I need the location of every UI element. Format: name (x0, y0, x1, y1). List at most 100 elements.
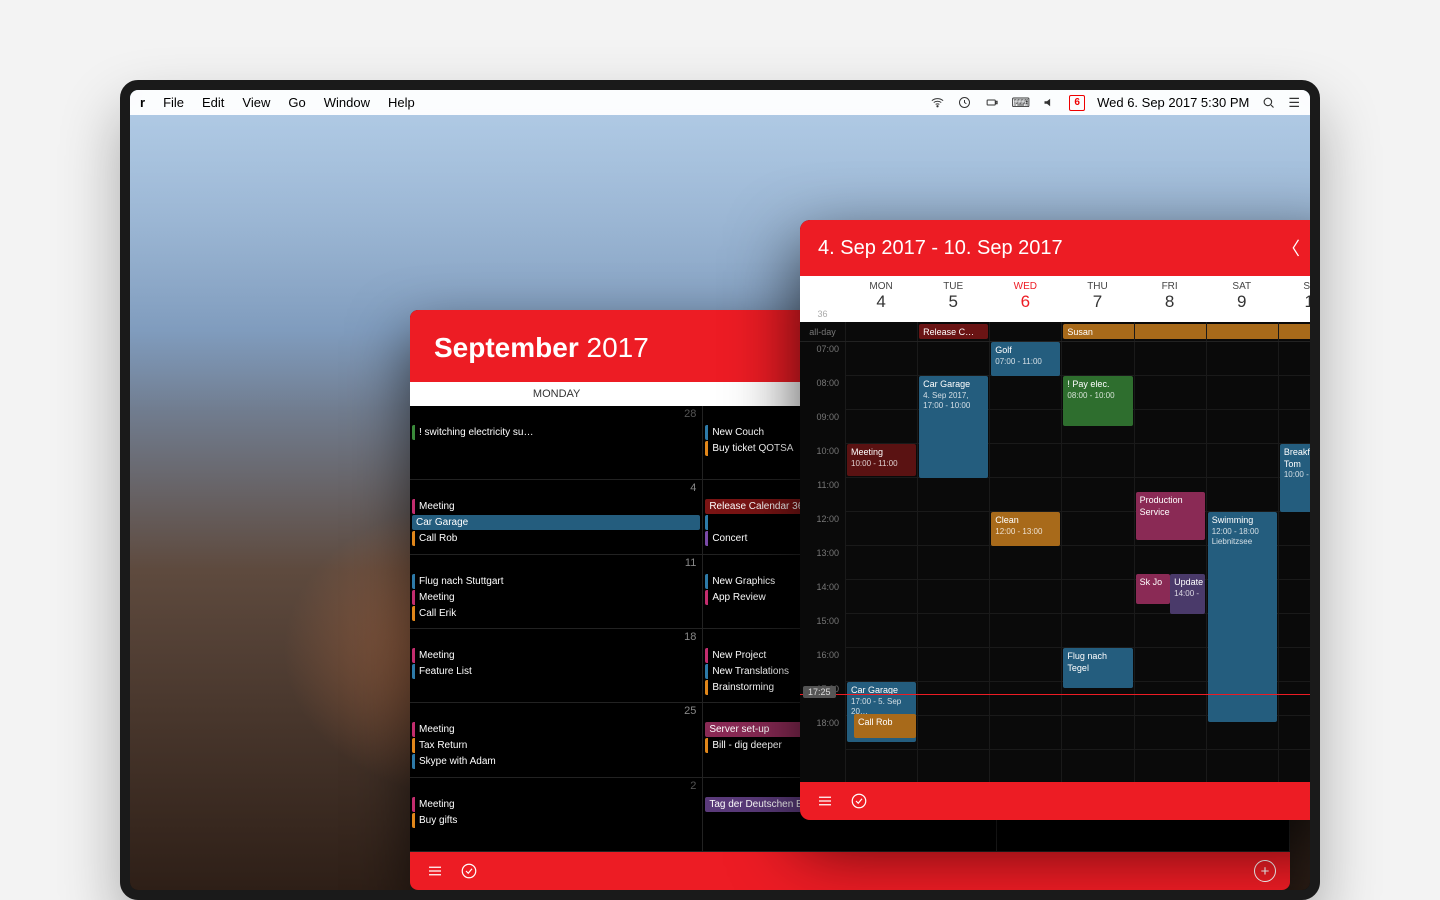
day-cell[interactable]: 28 ! switching electricity su… (410, 406, 703, 480)
timeline-column[interactable]: Production Service Sk JoUpdate14:00 - (1134, 342, 1206, 782)
week-day-sun[interactable]: SUN10 (1278, 276, 1320, 322)
app-name-truncated: r (140, 95, 145, 110)
event-pill[interactable]: Flug nach Stuttgart (412, 574, 700, 589)
day-cell[interactable]: 2 MeetingBuy gifts (410, 778, 703, 852)
timeline-column[interactable]: ! Pay elec.08:00 - 10:00 Flug nach Tegel (1061, 342, 1133, 782)
spotlight-icon[interactable] (1261, 95, 1276, 110)
add-event-button[interactable]: + (1314, 790, 1320, 812)
day-cell[interactable]: 25MeetingTax ReturnSkype with Adam (410, 703, 703, 777)
timeline-column[interactable]: Breakfast with Tom10:00 - 12:00 (1278, 342, 1320, 782)
day-number: 11 (685, 557, 696, 569)
event-pill[interactable]: Feature List (412, 664, 700, 679)
notification-center-icon[interactable]: ☰ (1288, 95, 1300, 111)
prev-week-button[interactable]: 〈 (1282, 235, 1300, 261)
allday-cell[interactable] (845, 322, 917, 341)
event-pill[interactable]: ! switching electricity su… (412, 425, 700, 440)
menubar-clock[interactable]: Wed 6. Sep 2017 5:30 PM (1097, 95, 1249, 110)
allday-event[interactable]: Release C… (919, 324, 988, 339)
event-pill[interactable]: Meeting (412, 648, 700, 663)
event-pill[interactable]: Buy gifts (412, 813, 700, 828)
timeline-event[interactable]: Sk Jo (1136, 574, 1171, 604)
week-day-mon[interactable]: MON4 (845, 276, 917, 322)
day-cell[interactable]: 18 MeetingFeature List (410, 629, 703, 703)
event-pill[interactable]: Tax Return (412, 738, 700, 753)
list-view-button[interactable] (424, 860, 446, 882)
timeline-column[interactable]: Meeting10:00 - 11:00Car Garage17:00 - 5.… (845, 342, 917, 782)
allday-cell[interactable]: Release C… (917, 322, 989, 341)
menu-window[interactable]: Window (324, 95, 370, 110)
volume-icon[interactable] (1042, 95, 1057, 110)
day-number: 18 (684, 631, 696, 643)
list-view-button[interactable] (814, 790, 836, 812)
week-day-wed[interactable]: WED6 (989, 276, 1061, 322)
event-pill[interactable]: Call Rob (412, 531, 700, 546)
event-pill[interactable]: Skype with Adam (412, 754, 700, 769)
next-week-button[interactable]: 〉 (1314, 235, 1320, 261)
month-toolbar: + (410, 852, 1290, 890)
event-pill[interactable]: Meeting (412, 499, 700, 514)
day-number: 28 (684, 408, 696, 420)
month-header-monday: MONDAY (410, 382, 703, 406)
day-cell[interactable]: 11 Flug nach StuttgartMeetingCall Erik (410, 555, 703, 629)
timeline-event[interactable]: Flug nach Tegel (1063, 648, 1132, 688)
timeline-event[interactable]: Update14:00 - (1170, 574, 1205, 614)
timeline-event[interactable]: Clean12:00 - 13:00 (991, 512, 1060, 546)
allday-cell[interactable] (989, 322, 1061, 341)
menu-file[interactable]: File (163, 95, 184, 110)
week-header: 4. Sep 2017 - 10. Sep 2017 〈 〉 (800, 220, 1320, 276)
battery-icon[interactable] (984, 95, 999, 110)
day-number: 4 (690, 482, 696, 494)
event-pill[interactable]: Car Garage (412, 515, 700, 530)
week-number: 36 (800, 276, 845, 322)
timeline-event[interactable]: Swimming12:00 - 18:00 Liebnitzsee (1208, 512, 1277, 722)
menubar-calendar-icon[interactable]: 6 (1069, 95, 1085, 111)
allday-cell[interactable] (1134, 322, 1206, 341)
wifi-icon[interactable] (930, 95, 945, 110)
week-title: 4. Sep 2017 - 10. Sep 2017 (818, 237, 1063, 260)
allday-label: all-day (800, 322, 845, 341)
timeline-event[interactable]: Breakfast with Tom10:00 - 12:00 (1280, 444, 1320, 512)
week-day-sat[interactable]: SAT9 (1206, 276, 1278, 322)
timeline-column[interactable]: Car Garage4. Sep 2017, 17:00 - 10:00 (917, 342, 989, 782)
tasks-button[interactable] (458, 860, 480, 882)
tasks-button[interactable] (848, 790, 870, 812)
desktop-wallpaper: r File Edit View Go Window Help ⌨︎ 6 Wed 6. S… (130, 90, 1310, 890)
timeline-event[interactable]: Golf07:00 - 11:00 (991, 342, 1060, 376)
menu-go[interactable]: Go (288, 95, 305, 110)
week-toolbar: + (800, 782, 1320, 820)
week-day-headers: 36MON4TUE5WED6THU7FRI8SAT9SUN10 (800, 276, 1320, 322)
timeline-column[interactable]: Swimming12:00 - 18:00 Liebnitzsee (1206, 342, 1278, 782)
macos-menubar: r File Edit View Go Window Help ⌨︎ 6 Wed 6. S… (130, 90, 1310, 115)
week-timeline[interactable]: 07:0008:0009:0010:0011:0012:0013:0014:00… (800, 342, 1320, 782)
day-number: 2 (690, 780, 696, 792)
allday-cell[interactable] (1278, 322, 1320, 341)
menu-view[interactable]: View (242, 95, 270, 110)
week-day-thu[interactable]: THU7 (1061, 276, 1133, 322)
timeline-event[interactable]: Call Rob (854, 714, 916, 738)
week-day-tue[interactable]: TUE5 (917, 276, 989, 322)
event-pill[interactable]: Meeting (412, 590, 700, 605)
menu-help[interactable]: Help (388, 95, 415, 110)
now-indicator: 17:25 (800, 694, 1320, 695)
event-pill[interactable]: Meeting (412, 797, 700, 812)
timeline-event[interactable]: Car Garage4. Sep 2017, 17:00 - 10:00 (919, 376, 988, 478)
week-day-fri[interactable]: FRI8 (1134, 276, 1206, 322)
day-cell[interactable]: 4 MeetingCar GarageCall Rob (410, 480, 703, 554)
timeline-event[interactable]: ! Pay elec.08:00 - 10:00 (1063, 376, 1132, 426)
allday-cell[interactable]: Susan (1061, 322, 1133, 341)
allday-cell[interactable] (1206, 322, 1278, 341)
menu-edit[interactable]: Edit (202, 95, 224, 110)
add-event-button[interactable]: + (1254, 860, 1276, 882)
now-time: 17:25 (803, 686, 836, 698)
timeline-event[interactable]: Production Service (1136, 492, 1205, 540)
hour-gutter: 07:0008:0009:0010:0011:0012:0013:0014:00… (800, 342, 845, 782)
timemachine-icon[interactable] (957, 95, 972, 110)
timeline-column[interactable]: Golf07:00 - 11:00 Clean12:00 - 13:00 (989, 342, 1061, 782)
timeline-event[interactable]: Meeting10:00 - 11:00 (847, 444, 916, 476)
week-popover: 4. Sep 2017 - 10. Sep 2017 〈 〉 36MON4TUE… (800, 220, 1320, 820)
keyboard-icon[interactable]: ⌨︎ (1011, 95, 1030, 111)
event-pill[interactable]: Meeting (412, 722, 700, 737)
allday-row: all-day Release C… Susan (800, 322, 1320, 342)
laptop-frame: r File Edit View Go Window Help ⌨︎ 6 Wed 6. S… (120, 80, 1320, 900)
event-pill[interactable]: Call Erik (412, 606, 700, 621)
